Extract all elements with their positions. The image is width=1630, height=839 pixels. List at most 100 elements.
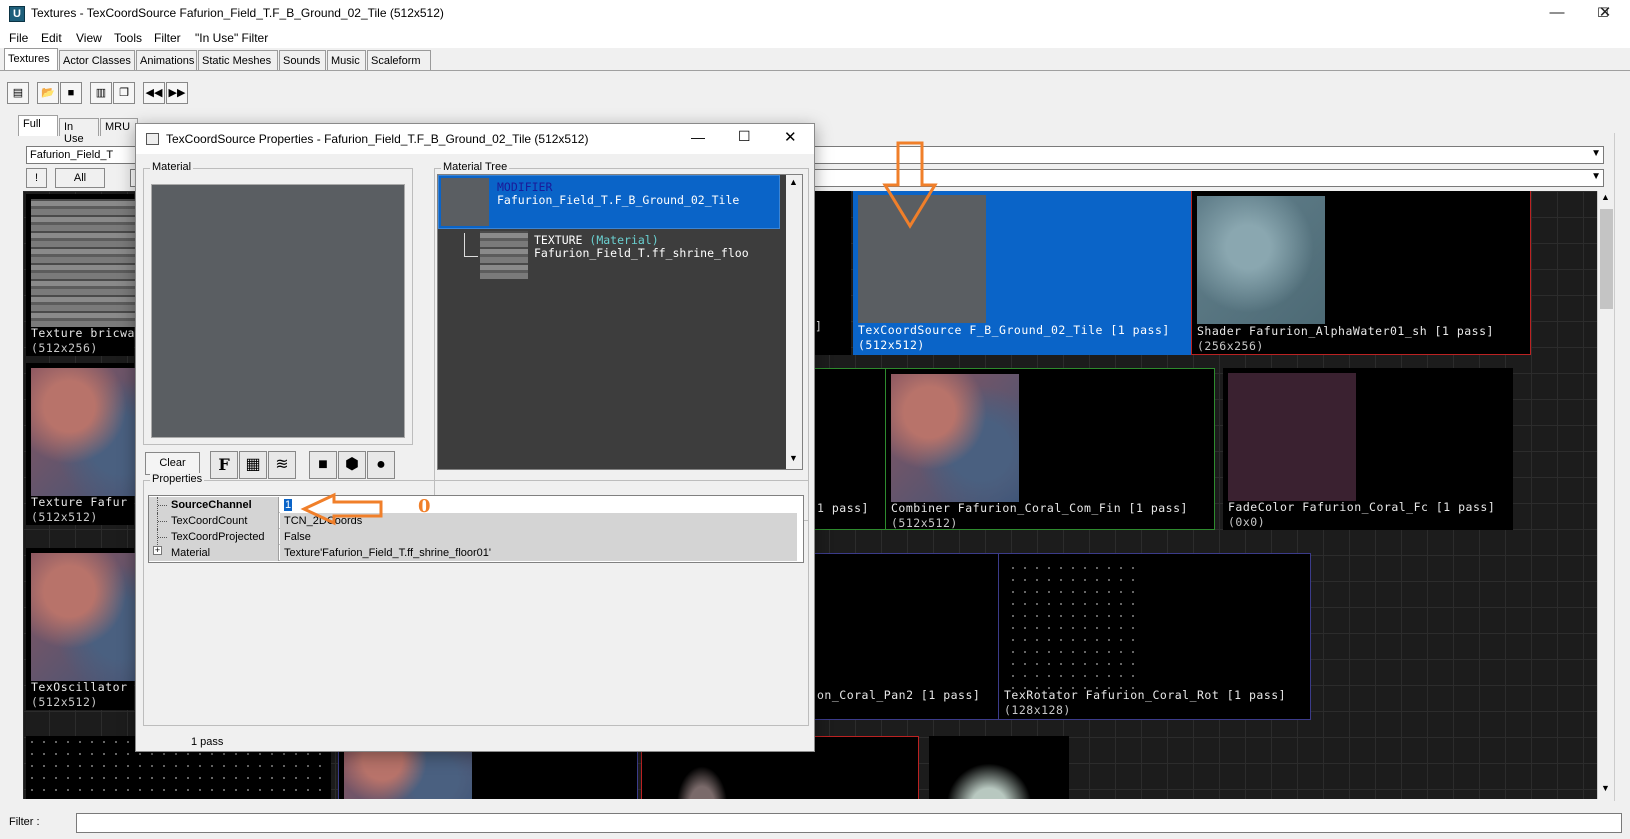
grid-scrollbar[interactable]: ▲ ▼ xyxy=(1597,191,1614,799)
property-value[interactable]: False xyxy=(280,529,797,545)
dialog-close-button[interactable]: ✕ xyxy=(784,128,797,146)
menu-view[interactable]: View xyxy=(76,31,102,45)
filter-label: Filter : xyxy=(9,816,40,828)
scroll-down-icon[interactable]: ▼ xyxy=(1601,783,1610,793)
scroll-up-icon[interactable]: ▲ xyxy=(789,177,798,187)
menu-in-use-filter[interactable]: "In Use" Filter xyxy=(195,31,268,45)
fast-forward-icon[interactable]: ▶▶ xyxy=(166,82,188,104)
texture-thumbnail xyxy=(891,374,1019,502)
browser-icon[interactable]: ▤ xyxy=(7,82,29,104)
node-name: Fafurion_Field_T.ff_shrine_floo xyxy=(534,246,749,260)
expand-icon[interactable]: + xyxy=(153,546,162,555)
tile-title: Shader Fafurion_AlphaWater01_sh [1 pass] xyxy=(1197,324,1494,338)
menu-tools[interactable]: Tools xyxy=(114,31,142,45)
dialog-maximize-button[interactable]: ☐ xyxy=(738,128,751,145)
scrollbar-thumb[interactable] xyxy=(1600,209,1613,309)
tab-in-use[interactable]: In Use xyxy=(59,118,99,145)
tile-title: on_Coral_Pan2 [1 pass] xyxy=(817,688,981,702)
texture-tile[interactable]: FadeColor Fafurion_Coral_Fc [1 pass] (0x… xyxy=(1223,368,1513,530)
property-value[interactable]: Texture'Fafurion_Field_T.ff_shrine_floor… xyxy=(280,545,797,561)
tab-mru[interactable]: MRU xyxy=(100,118,138,136)
tile-title: TexOscillator xyxy=(31,680,128,694)
tile-size: (128x128) xyxy=(1004,703,1071,717)
tree-connector xyxy=(464,233,478,257)
filter-not-button[interactable]: ! xyxy=(26,168,47,188)
tile-title: Combiner Fafurion_Coral_Com_Fin [1 pass] xyxy=(891,501,1188,515)
tab-actor-classes[interactable]: Actor Classes xyxy=(59,50,135,71)
toolbar: ▤ 📂 ■ ▥ ❐ ◀◀ ▶▶ xyxy=(0,82,1630,110)
material-tree[interactable]: MODIFIER Fafurion_Field_T.F_B_Ground_02_… xyxy=(437,174,803,470)
property-row-texcoordcount[interactable]: TexCoordCount TCN_2DCoords xyxy=(149,513,797,529)
menu-file[interactable]: File xyxy=(9,31,28,45)
tile-title: TexRotator Fafurion_Coral_Rot [1 pass] xyxy=(1004,688,1287,702)
property-name: TexCoordProjected xyxy=(149,529,279,545)
filter-all-button[interactable]: All xyxy=(55,168,105,188)
rewind-icon[interactable]: ◀◀ xyxy=(143,82,165,104)
tile-title: ] xyxy=(815,319,823,333)
menu-edit[interactable]: Edit xyxy=(41,31,62,45)
properties-icon[interactable]: ▥ xyxy=(90,82,112,104)
properties-table[interactable]: SourceChannel 1 TexCoordCount TCN_2DCoor… xyxy=(148,495,804,563)
texture-thumbnail xyxy=(1228,373,1356,501)
texture-tile[interactable]: Texture Fafur (512x512) xyxy=(26,363,159,525)
dialog-title: TexCoordSource Properties - Fafurion_Fie… xyxy=(166,132,589,146)
node-kind: TEXTURE (Material) xyxy=(534,233,659,247)
filter-input[interactable] xyxy=(76,813,1622,833)
open-folder-icon[interactable]: 📂 xyxy=(37,82,59,104)
shield-icon[interactable]: ⬢ xyxy=(338,451,366,479)
chevron-down-icon: ▼ xyxy=(1591,171,1601,182)
texture-tile[interactable]: Texture bricwa (512x256) xyxy=(26,194,159,356)
tab-sounds[interactable]: Sounds xyxy=(279,50,326,71)
chevron-down-icon: ▼ xyxy=(1591,148,1601,159)
tile-title: 1 pass] xyxy=(817,501,869,515)
checker-icon[interactable]: ▦ xyxy=(239,451,267,479)
close-button[interactable]: ✕ xyxy=(1582,0,1628,28)
minimize-button[interactable]: — xyxy=(1534,0,1580,28)
tree-node-modifier[interactable]: MODIFIER Fafurion_Field_T.F_B_Ground_02_… xyxy=(438,175,780,229)
tile-size: (512x512) xyxy=(858,338,925,352)
menu-filter[interactable]: Filter xyxy=(154,31,181,45)
save-icon[interactable]: ■ xyxy=(60,82,82,104)
texture-thumbnail xyxy=(1197,196,1325,324)
tab-scaleform[interactable]: Scaleform xyxy=(367,50,431,71)
texture-tile[interactable]: ] xyxy=(813,191,851,355)
layers-icon[interactable]: ≋ xyxy=(268,451,296,479)
property-name: SourceChannel xyxy=(149,497,279,513)
annotation-left-arrow xyxy=(300,492,383,526)
app-icon: U xyxy=(9,6,25,22)
property-row-sourcechannel[interactable]: SourceChannel 1 xyxy=(149,497,797,513)
dialog-minimize-button[interactable]: — xyxy=(691,129,705,145)
tab-animations[interactable]: Animations xyxy=(136,50,197,71)
property-row-texcoordprojected[interactable]: TexCoordProjected False xyxy=(149,529,797,545)
material-group-label: Material xyxy=(150,161,194,173)
node-thumbnail xyxy=(480,231,528,279)
tile-title: Texture bricwa xyxy=(31,326,135,340)
texture-tile[interactable]: TexOscillator (512x512) xyxy=(26,548,159,710)
tile-size: (256x256) xyxy=(1197,339,1264,353)
material-tree-label: Material Tree xyxy=(441,161,510,173)
copy-icon[interactable]: ❐ xyxy=(113,82,135,104)
texture-tile[interactable]: on_Coral_Pan2 [1 pass] xyxy=(813,553,1013,720)
outer-scrollbar[interactable] xyxy=(1614,133,1630,801)
texture-tile[interactable]: TexRotator Fafurion_Coral_Rot [1 pass] (… xyxy=(998,553,1311,720)
font-f-icon[interactable]: F xyxy=(210,451,238,479)
texture-tile[interactable]: Shader Fafurion_AlphaWater01_sh [1 pass]… xyxy=(1191,191,1531,355)
tile-size: (512x512) xyxy=(31,510,98,524)
tree-scrollbar[interactable]: ▲ ▼ xyxy=(786,175,802,469)
tab-full[interactable]: Full xyxy=(18,115,58,136)
square-icon[interactable]: ■ xyxy=(309,451,337,479)
tab-textures[interactable]: Textures xyxy=(4,48,58,71)
tab-music[interactable]: Music xyxy=(327,50,366,71)
scroll-up-icon[interactable]: ▲ xyxy=(1601,192,1610,202)
clear-button[interactable]: Clear xyxy=(145,452,200,475)
tile-title: Texture Fafur xyxy=(31,495,128,509)
tile-title: FadeColor Fafurion_Coral_Fc [1 pass] xyxy=(1228,500,1496,514)
texture-tile[interactable]: Combiner Fafurion_Coral_Com_Fin [1 pass]… xyxy=(885,368,1215,530)
sphere-icon[interactable]: ● xyxy=(367,451,395,479)
scroll-down-icon[interactable]: ▼ xyxy=(789,453,798,463)
package-combo-value: Fafurion_Field_T xyxy=(30,149,114,161)
texture-tile[interactable] xyxy=(929,736,1069,799)
property-row-material[interactable]: + Material Texture'Fafurion_Field_T.ff_sh… xyxy=(149,545,797,561)
tab-static-meshes[interactable]: Static Meshes xyxy=(198,50,278,71)
menu-bar: File Edit View Tools Filter "In Use" Fil… xyxy=(0,28,1630,48)
